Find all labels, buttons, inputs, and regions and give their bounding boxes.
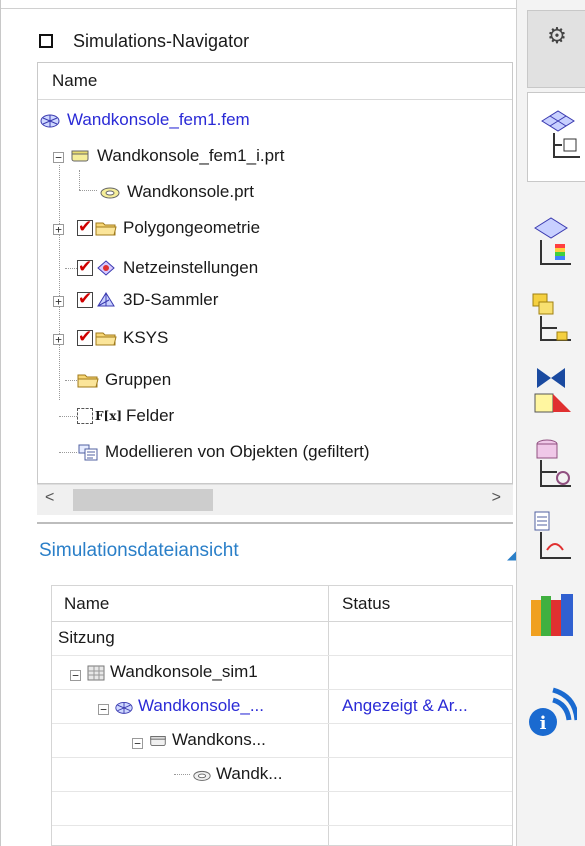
constraint-icon[interactable]: [527, 362, 577, 418]
top-divider: [1, 8, 517, 9]
fields-icon: [77, 408, 93, 424]
tree-item-modeling-objects[interactable]: Modellieren von Objekten (gefiltert): [77, 434, 370, 470]
tree-guide-line: [65, 268, 77, 269]
part-ref-icon: [193, 770, 211, 781]
scrollbar-thumb[interactable]: [73, 489, 213, 511]
horizontal-scrollbar[interactable]: < >: [37, 484, 513, 515]
tree-item-label: Wandkonsole_fem1.fem: [67, 110, 250, 129]
table-header: [52, 586, 512, 622]
folder-icon: [95, 332, 117, 346]
row-name: Wandkonsole_sim1: [110, 662, 258, 681]
navigator-title: Simulations-Navigator: [73, 30, 250, 51]
expand-toggle[interactable]: +: [53, 296, 64, 307]
column-header-name[interactable]: Name: [38, 63, 512, 100]
tree-item-ksys[interactable]: KSYS: [77, 320, 168, 356]
tree-guide-line: [65, 380, 77, 381]
collector-3d-icon: [97, 292, 115, 307]
scroll-right-icon[interactable]: >: [492, 489, 501, 507]
table-row[interactable]: [52, 723, 512, 758]
visibility-checkbox[interactable]: [77, 257, 93, 277]
tree-item-label: Netzeinstellungen: [123, 258, 259, 277]
tree-item-label: Wandkonsole.prt: [127, 182, 254, 201]
row-name: Sitzung: [58, 628, 115, 647]
sim-file-view-table: Name Status Sitzung − Wandkonsole_sim1 −…: [51, 585, 513, 846]
tree-guide-line: [59, 452, 77, 453]
fields-prefix: F[x]: [95, 409, 123, 423]
tree-item-label: Gruppen: [105, 370, 172, 389]
panel-corner-icon[interactable]: ◢: [507, 548, 516, 562]
library-icon[interactable]: [527, 588, 577, 644]
row-name: Wandkonsole_...: [138, 696, 264, 715]
collapse-toggle[interactable]: −: [70, 670, 81, 681]
column-header-status[interactable]: Status: [342, 594, 390, 614]
tree-item-part[interactable]: Wandkonsole.prt: [99, 174, 254, 210]
tree-item-3d-collector[interactable]: 3D-Sammler: [77, 282, 218, 318]
tree-item-label: 3D-Sammler: [123, 290, 219, 309]
navigator-header[interactable]: Simulations-Navigator: [39, 30, 249, 52]
part-icon: [150, 736, 166, 746]
part-icon: [71, 150, 89, 162]
row-status: Angezeigt & Ar...: [342, 696, 468, 715]
modeling-objects-icon: [78, 444, 98, 461]
row-name: Wandkons...: [172, 730, 266, 749]
simulation-navigator-panel: Simulations-Navigator Name Wandkonsole_f…: [0, 0, 517, 846]
roles-icon[interactable]: [527, 436, 577, 492]
simulation-navigator-tab[interactable]: [527, 92, 585, 182]
tree-item-groups[interactable]: Gruppen: [77, 362, 171, 398]
gear-icon[interactable]: ⚙: [527, 10, 585, 88]
column-header-name[interactable]: Name: [64, 594, 109, 614]
tree-item-label: KSYS: [123, 328, 169, 347]
tree-item-label: Felder: [126, 406, 175, 425]
tree-guide-line: [79, 190, 97, 191]
tree-item-label: Wandkonsole_fem1_i.prt: [97, 146, 285, 165]
tree-guide-line: [59, 416, 77, 417]
tree-guide-line: [59, 165, 60, 400]
table-row[interactable]: [52, 621, 512, 656]
tree-item-fem[interactable]: Wandkonsole_fem1.fem: [39, 102, 250, 138]
panel-toggle-checkbox[interactable]: [39, 34, 53, 48]
visibility-checkbox[interactable]: [77, 327, 93, 347]
mesh-settings-icon: [97, 260, 115, 276]
folder-icon: [77, 374, 99, 388]
collapse-toggle[interactable]: −: [53, 152, 64, 163]
tree-guide-line: [174, 774, 190, 775]
svg-text:i: i: [540, 713, 547, 734]
panel-splitter[interactable]: [37, 522, 513, 524]
fem-mesh-icon: [115, 702, 133, 714]
fem-mesh-icon: [40, 114, 60, 128]
visibility-checkbox[interactable]: [77, 217, 93, 237]
scroll-left-icon[interactable]: <: [45, 489, 54, 507]
sim-file-view-title[interactable]: Simulationsdateiansicht: [39, 540, 239, 562]
tree-item-label: Modellieren von Objekten (gefiltert): [105, 442, 370, 461]
row-name: Wandk...: [216, 764, 283, 783]
simulation-navigator-tab-icon: [541, 110, 580, 158]
expand-toggle[interactable]: +: [53, 224, 64, 235]
folder-icon: [95, 222, 117, 236]
info-icon[interactable]: i: [527, 686, 577, 742]
post-processing-navigator-icon[interactable]: [527, 214, 577, 270]
assembly-fem-icon[interactable]: [527, 290, 577, 346]
tree-item-polygon-geometry[interactable]: Polygongeometrie: [77, 210, 260, 246]
simulation-icon: [87, 665, 105, 681]
resource-bar: ⚙ i: [516, 0, 585, 846]
expand-toggle[interactable]: +: [53, 334, 64, 345]
history-icon[interactable]: [527, 508, 577, 564]
collapse-toggle[interactable]: −: [132, 738, 143, 749]
table-row: [52, 791, 512, 826]
visibility-checkbox[interactable]: [77, 289, 93, 309]
part-ref-icon: [100, 187, 120, 199]
tree-item-fields[interactable]: F[x] Felder: [77, 398, 174, 434]
tree-item-mesh-settings[interactable]: Netzeinstellungen: [77, 250, 258, 286]
collapse-toggle[interactable]: −: [98, 704, 109, 715]
tree-item-label: Polygongeometrie: [123, 218, 261, 237]
tree-item-fem-prt[interactable]: Wandkonsole_fem1_i.prt: [69, 138, 284, 174]
